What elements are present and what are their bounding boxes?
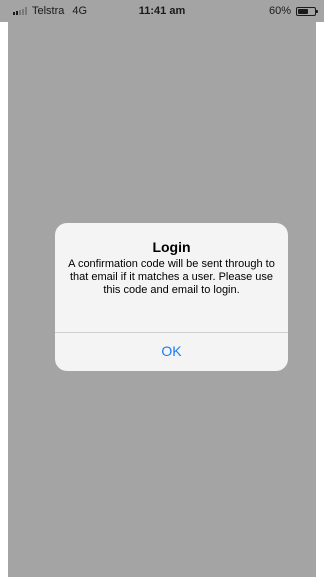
alert-title: Login bbox=[152, 239, 191, 255]
login-alert-dialog: Login A confirmation code will be sent t… bbox=[55, 223, 288, 371]
battery-fill bbox=[298, 8, 308, 14]
alert-body: Login A confirmation code will be sent t… bbox=[55, 223, 288, 333]
status-right: 60% bbox=[268, 5, 318, 17]
battery-icon bbox=[296, 6, 318, 16]
battery-tip bbox=[316, 9, 318, 13]
phone-screen: Telstra 4G 11:41 am 60% Login A confirma… bbox=[0, 0, 324, 577]
battery-percentage: 60% bbox=[268, 5, 291, 17]
status-bar: Telstra 4G 11:41 am 60% bbox=[0, 0, 324, 22]
alert-message: A confirmation code will be sent through… bbox=[68, 258, 275, 296]
ok-button[interactable]: OK bbox=[55, 333, 288, 370]
